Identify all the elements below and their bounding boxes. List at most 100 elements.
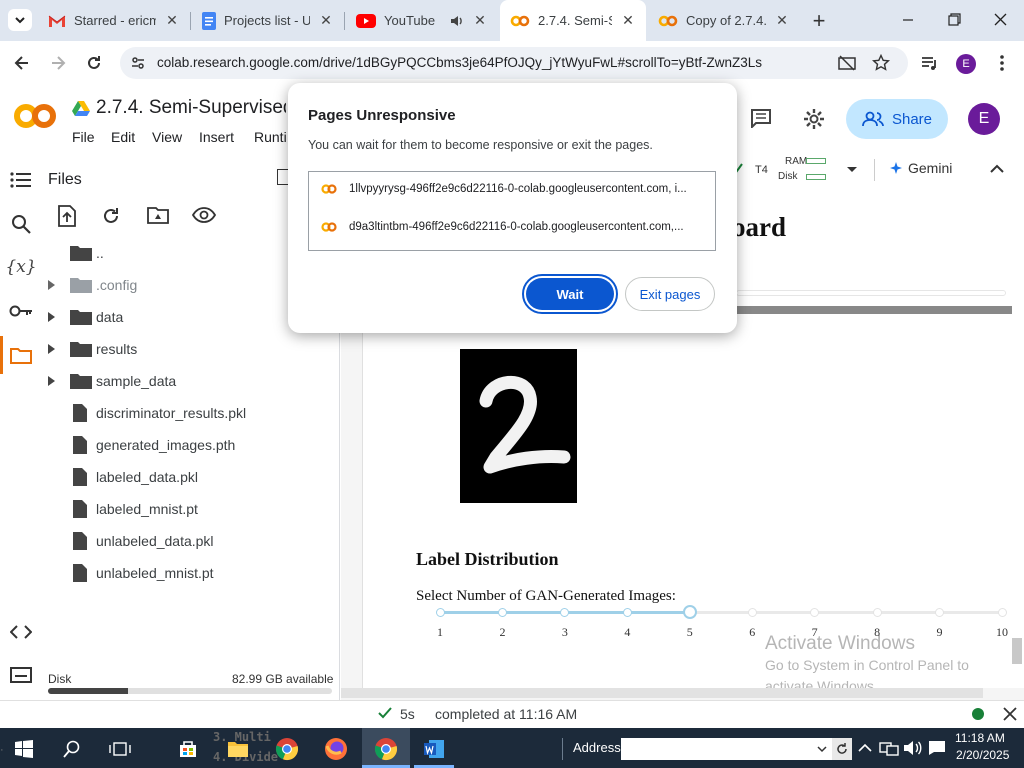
horizontal-scrollbar[interactable] (736, 306, 1012, 314)
address-go-button[interactable] (832, 738, 852, 760)
reload-button[interactable] (84, 53, 104, 73)
back-button[interactable] (12, 53, 32, 73)
expand-arrow-icon[interactable] (48, 312, 56, 322)
terminal-icon (10, 667, 32, 683)
new-tab-button[interactable]: + (808, 8, 830, 33)
slider-stop[interactable] (872, 608, 882, 617)
close-tab-icon[interactable]: ✕ (164, 12, 180, 29)
search-icon (12, 215, 31, 234)
variables-button[interactable]: {𝑥} (5, 254, 36, 280)
find-button[interactable] (8, 211, 34, 237)
close-tab-icon[interactable]: ✕ (472, 12, 488, 29)
camera-blocked-icon[interactable] (838, 55, 856, 71)
taskbar-chrome-active[interactable] (366, 732, 406, 766)
slider-stop[interactable] (747, 608, 757, 617)
files-button[interactable] (8, 342, 34, 368)
search-button[interactable] (52, 732, 92, 766)
exit-pages-button[interactable]: Exit pages (625, 277, 715, 311)
address-bar[interactable]: colab.research.google.com/drive/1dBGyPQC… (120, 47, 908, 79)
slider-stop[interactable] (435, 608, 445, 617)
close-tab-icon[interactable]: ✕ (774, 12, 790, 29)
settings-button[interactable] (803, 108, 825, 130)
file-name: generated_images.pth (96, 437, 236, 453)
secrets-button[interactable] (8, 298, 34, 324)
notebook-title[interactable]: 2.7.4. Semi-Supervised G (96, 97, 286, 119)
expand-arrow-icon[interactable] (48, 376, 56, 386)
taskbar-file-explorer[interactable] (218, 732, 258, 766)
restore-button[interactable] (942, 10, 966, 30)
minimize-button[interactable] (896, 10, 920, 30)
chevron-up-icon[interactable] (990, 164, 1004, 174)
runtime-dropdown-icon[interactable] (846, 166, 858, 174)
action-center-icon[interactable] (928, 740, 946, 756)
chevron-down-icon[interactable] (817, 746, 827, 753)
menu-runtime[interactable]: Runti (254, 129, 287, 145)
browser-profile-avatar[interactable]: E (956, 54, 976, 74)
wait-button-focus-ring: Wait (522, 274, 618, 314)
tab-search-button[interactable] (8, 9, 32, 31)
top-slider-track[interactable] (736, 290, 1006, 296)
menu-view[interactable]: View (152, 129, 182, 145)
speaker-icon[interactable] (450, 14, 464, 28)
code-icon (10, 625, 32, 639)
expand-arrow-icon[interactable] (48, 280, 56, 290)
gemini-button[interactable]: Gemini (890, 160, 952, 176)
colab-icon (510, 15, 530, 26)
site-info-icon[interactable] (130, 55, 146, 71)
menu-edit[interactable]: Edit (111, 129, 135, 145)
colab-logo[interactable] (14, 103, 56, 129)
mount-drive-icon[interactable] (147, 206, 169, 224)
network-icon[interactable] (879, 740, 899, 756)
slider-stop[interactable] (622, 608, 632, 617)
expand-arrow-icon[interactable] (48, 344, 56, 354)
start-button[interactable] (4, 732, 44, 766)
show-hidden-files-icon[interactable] (192, 207, 216, 223)
refresh-icon[interactable] (101, 206, 121, 226)
volume-icon[interactable] (903, 740, 923, 756)
taskbar-time[interactable]: 11:18 AM (955, 731, 1005, 745)
close-icon[interactable] (1003, 707, 1017, 721)
tab-separator (344, 12, 345, 30)
address-toolbar-input[interactable] (621, 738, 832, 760)
browser-menu-button[interactable] (994, 53, 1010, 73)
menu-insert[interactable]: Insert (199, 129, 234, 145)
runtime-type[interactable]: T4 (755, 164, 768, 176)
slider-thumb[interactable] (682, 605, 697, 619)
taskbar-chrome[interactable] (267, 732, 307, 766)
tab-colab-active[interactable]: 2.7.4. Semi-Sup ✕ (500, 0, 646, 41)
close-window-button[interactable] (988, 10, 1012, 30)
bookmark-star-icon[interactable] (872, 54, 890, 72)
tab-title: Copy of 2.7.4. S (686, 13, 766, 28)
taskbar-firefox[interactable] (316, 732, 356, 766)
slider-stop[interactable] (997, 608, 1007, 617)
media-control-button[interactable] (920, 53, 940, 73)
tab-youtube[interactable]: YouTube ✕ (346, 0, 498, 41)
close-tab-icon[interactable]: ✕ (620, 12, 636, 29)
tab-docs[interactable]: Projects list - U… ✕ (192, 0, 344, 41)
terminal-button[interactable] (8, 662, 34, 688)
menu-file[interactable]: File (72, 129, 95, 145)
slider-stop[interactable] (935, 608, 945, 617)
tab-gmail[interactable]: Starred - ericm… ✕ (38, 0, 190, 41)
share-button[interactable]: Share (846, 99, 948, 139)
chevron-up-icon[interactable] (858, 743, 872, 753)
folder-icon (70, 342, 92, 357)
forward-button[interactable] (48, 53, 68, 73)
colab-profile-avatar[interactable]: E (968, 103, 1000, 135)
table-of-contents-button[interactable] (8, 167, 34, 193)
code-snippets-button[interactable] (8, 619, 34, 645)
close-tab-icon[interactable]: ✕ (318, 12, 334, 29)
taskbar-date[interactable]: 2/20/2025 (956, 748, 1009, 762)
slider-stop[interactable] (497, 608, 507, 617)
tab-colab-copy[interactable]: Copy of 2.7.4. S ✕ (648, 0, 800, 41)
upload-file-icon[interactable] (58, 205, 76, 227)
vertical-scrollbar-thumb[interactable] (1012, 638, 1022, 664)
taskbar-store[interactable] (168, 732, 208, 766)
comments-button[interactable] (750, 108, 772, 128)
bottom-scrollbar[interactable] (341, 688, 983, 698)
chevron-down-icon (15, 17, 25, 24)
disk-usage-fill (48, 688, 128, 694)
task-view-button[interactable] (100, 732, 140, 766)
taskbar-word[interactable] (414, 732, 454, 766)
wait-button[interactable]: Wait (526, 278, 614, 310)
